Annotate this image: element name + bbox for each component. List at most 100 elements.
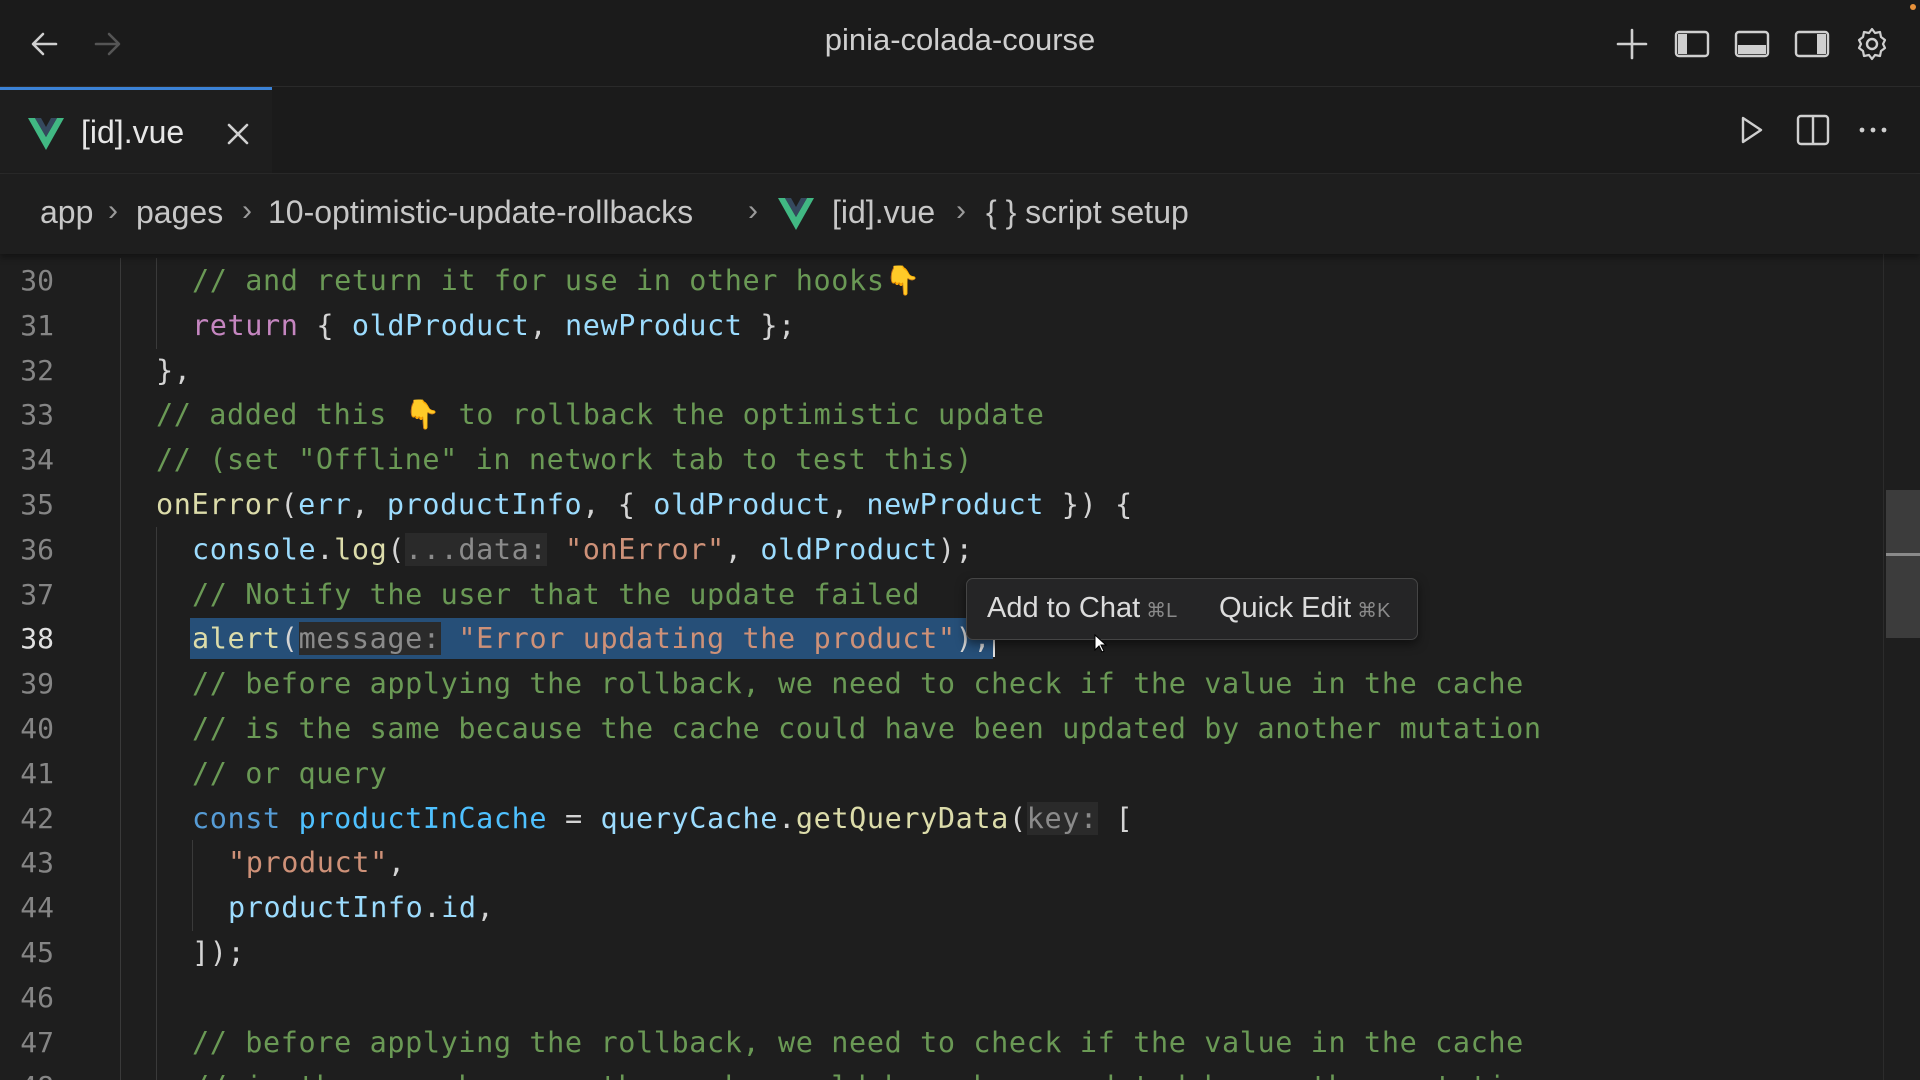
- code-line[interactable]: 39 // before applying the rollback, we ne…: [0, 661, 1880, 707]
- vue-logo-icon: [778, 198, 814, 230]
- split-editor-icon[interactable]: [1792, 109, 1834, 151]
- quick-edit-shortcut: ⌘K: [1357, 600, 1391, 622]
- indent-guide: [120, 482, 121, 528]
- code-token: oldProduct: [351, 308, 530, 342]
- indent-guide: [120, 571, 121, 618]
- code-line[interactable]: 44 productInfo.id,: [0, 885, 1880, 931]
- line-number: 44: [20, 891, 54, 925]
- scrollbar-thumb[interactable]: [1886, 490, 1920, 638]
- line-number: 39: [20, 667, 54, 701]
- indent-guide: [120, 974, 121, 1021]
- breadcrumb-item-file[interactable]: [id].vue: [832, 194, 935, 231]
- code-token: err: [298, 488, 352, 521]
- code-line[interactable]: 37 // Notify the user that the update fai…: [0, 571, 1880, 618]
- indent-guide: [120, 840, 121, 887]
- code-line[interactable]: 33 // added this 👇 to rollback the optimi…: [0, 392, 1880, 439]
- code-text: },: [156, 354, 192, 387]
- code-line[interactable]: 45]);: [0, 930, 1880, 976]
- code-token: .: [778, 801, 796, 835]
- more-actions-icon[interactable]: [1852, 109, 1894, 151]
- indent-guide: [120, 706, 121, 752]
- line-number: 32: [20, 353, 54, 387]
- scrollbar-cursor-marker: [1886, 553, 1920, 556]
- add-to-chat-label: Add to Chat: [987, 592, 1141, 624]
- code-token: );: [937, 532, 974, 566]
- code-token: "onError": [564, 532, 725, 566]
- code-line[interactable]: 48 // is the same because the cache could…: [0, 1064, 1880, 1080]
- code-token: newProduct: [866, 488, 1044, 521]
- code-line[interactable]: 38 alert(message: "Error updating the pro…: [0, 616, 1880, 663]
- quick-edit-button[interactable]: Quick Edit ⌘K: [1219, 592, 1391, 625]
- code-token: "product": [228, 846, 388, 880]
- code-token: // before applying the rollback, we need…: [192, 1025, 1524, 1059]
- indent-guide: [156, 706, 157, 752]
- plus-icon[interactable]: [1612, 24, 1652, 64]
- add-to-chat-button[interactable]: Add to Chat ⌘L: [987, 592, 1177, 625]
- code-line[interactable]: 46: [0, 974, 1880, 1021]
- indent-guide: [156, 526, 157, 573]
- add-to-chat-shortcut: ⌘L: [1146, 600, 1178, 622]
- breadcrumb-item-pages[interactable]: pages: [136, 194, 223, 231]
- code-text: // before applying the rollback, we need…: [192, 1026, 1524, 1059]
- toggle-panel-icon[interactable]: [1732, 24, 1772, 64]
- line-number: 45: [20, 936, 54, 969]
- code-line[interactable]: 34 // (set "Offline" in network tab to te…: [0, 437, 1880, 483]
- close-icon[interactable]: [220, 116, 256, 152]
- indent-guide: [156, 750, 157, 797]
- code-token: [: [1097, 801, 1134, 835]
- code-line[interactable]: 47 // before applying the rollback, we ne…: [0, 1019, 1880, 1066]
- code-token: // and return it for use in other hooks👇: [192, 264, 921, 297]
- indent-guide: [120, 302, 121, 349]
- code-line[interactable]: 41 // or query: [0, 750, 1880, 797]
- indent-guide: [156, 1019, 157, 1066]
- indent-guide: [120, 661, 121, 707]
- code-token: (: [280, 622, 299, 656]
- line-number: 48: [0, 1070, 54, 1080]
- indent-guide: [120, 1064, 121, 1080]
- indent-guide: [156, 302, 157, 349]
- code-line[interactable]: 30 // and return it for use in other hook…: [0, 258, 1880, 304]
- code-token: return: [192, 308, 299, 342]
- code-line[interactable]: 40 // is the same because the cache could…: [0, 706, 1880, 752]
- code-line[interactable]: 43 "product",: [0, 840, 1880, 887]
- code-text: // (set "Offline" in network tab to test…: [156, 443, 973, 476]
- settings-gear-icon[interactable]: [1852, 24, 1892, 64]
- line-number: 31: [20, 308, 54, 342]
- breadcrumb-item-folder[interactable]: 10-optimistic-update-rollbacks: [268, 194, 693, 231]
- code-token: };: [742, 308, 796, 342]
- run-icon[interactable]: [1730, 109, 1772, 151]
- indent-guide: [120, 885, 121, 931]
- tab-id-vue[interactable]: [id].vue: [0, 87, 272, 173]
- code-line[interactable]: 31 return { oldProduct, newProduct };: [0, 302, 1880, 349]
- code-token: // added this 👇 to rollback the optimist…: [156, 398, 1045, 432]
- code-token: // (set "Offline" in network tab to test…: [156, 443, 973, 477]
- code-text: // Notify the user that the update faile…: [192, 578, 920, 611]
- breadcrumb-item-symbol[interactable]: { } script setup: [986, 194, 1189, 231]
- code-token: getQueryData: [795, 801, 1009, 835]
- code-token: {: [298, 308, 352, 342]
- breadcrumb-item-app[interactable]: app: [40, 194, 93, 231]
- line-number: 34: [20, 443, 54, 477]
- indent-guide: [156, 616, 157, 663]
- indent-guide: [156, 258, 157, 304]
- line-number: 38: [20, 622, 54, 656]
- code-token: onError: [156, 488, 281, 521]
- code-line[interactable]: 32},: [0, 347, 1880, 394]
- code-token: .: [316, 532, 335, 566]
- code-text: // and return it for use in other hooks👇: [192, 264, 921, 297]
- code-line[interactable]: 36 console.log(...data: "onError", oldPro…: [0, 526, 1880, 573]
- code-token: ,: [529, 308, 565, 342]
- toggle-primary-sidebar-icon[interactable]: [1672, 24, 1712, 64]
- code-token: const: [192, 801, 281, 835]
- code-line[interactable]: 42 const productInCache = queryCache.getQ…: [0, 795, 1880, 842]
- code-text: console.log(...data: "onError", oldProdu…: [192, 532, 974, 566]
- toggle-secondary-sidebar-icon[interactable]: [1792, 24, 1832, 64]
- vertical-scrollbar[interactable]: [1883, 254, 1920, 1080]
- code-token: (: [387, 532, 406, 566]
- code-token: productInfo: [386, 488, 583, 521]
- code-editor[interactable]: 30 // and return it for use in other hook…: [0, 254, 1920, 1080]
- indent-guide: [156, 661, 157, 707]
- code-line[interactable]: 35 onError(err, productInfo, { oldProduct…: [0, 482, 1880, 528]
- code-token: ,: [724, 532, 761, 566]
